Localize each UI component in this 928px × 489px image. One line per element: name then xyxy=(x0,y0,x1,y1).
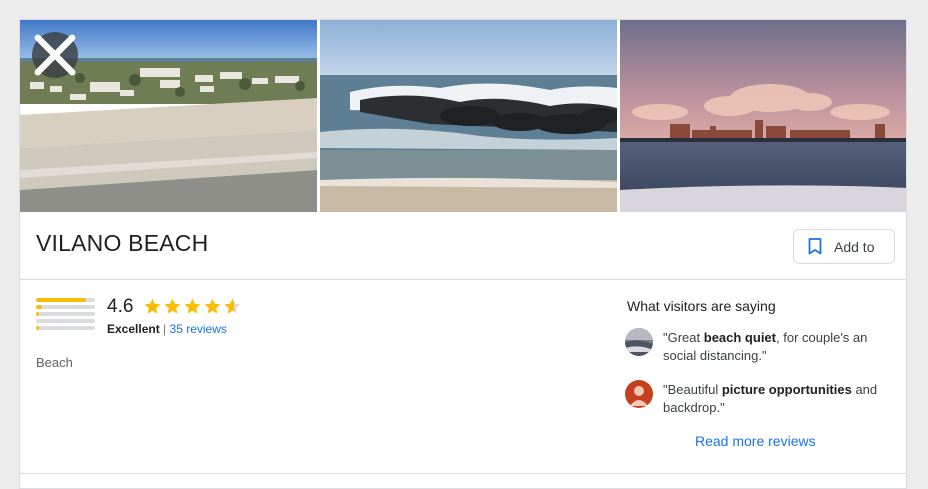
divider xyxy=(20,473,906,474)
place-title: VILANO BEACH xyxy=(36,230,209,256)
photo-aerial-beach[interactable] xyxy=(20,20,317,212)
review-highlight: beach quiet xyxy=(703,330,776,345)
rating-bar-4 xyxy=(36,305,95,309)
add-to-button[interactable]: Add to xyxy=(793,229,895,264)
rating-score: 4.6 xyxy=(107,296,134,317)
rating-distribution xyxy=(36,298,96,333)
photo-sunset-skyline[interactable] xyxy=(620,20,906,212)
avatar xyxy=(625,328,653,356)
rating-bar-5 xyxy=(36,298,95,302)
rating-bar-3 xyxy=(36,312,95,316)
reviews-link[interactable]: 35 reviews xyxy=(170,322,227,336)
review-highlight: picture opportunities xyxy=(721,382,852,397)
rating-stars xyxy=(143,297,243,316)
visitors-title: What visitors are saying xyxy=(627,298,776,314)
photo-gallery xyxy=(20,20,906,212)
rating-label: Excellent xyxy=(107,322,160,336)
place-header: VILANO BEACH Add to xyxy=(20,212,906,280)
avatar xyxy=(625,380,653,408)
rating-bar-2 xyxy=(36,319,95,323)
close-button[interactable] xyxy=(32,32,78,78)
place-card: VILANO BEACH Add to 4.6 Excellent | 35 r… xyxy=(19,19,907,489)
rating-separator: | xyxy=(163,322,167,336)
review-text: "Beautiful picture opportunities and bac… xyxy=(663,381,895,417)
star-icon xyxy=(164,298,181,314)
close-icon xyxy=(34,34,76,76)
place-type: Beach xyxy=(36,355,73,370)
photo-waves-rocks[interactable] xyxy=(320,20,617,212)
add-to-label: Add to xyxy=(834,238,875,255)
star-icon xyxy=(204,298,221,314)
bookmark-icon xyxy=(808,238,822,255)
read-more-reviews-link[interactable]: Read more reviews xyxy=(695,433,816,449)
review-text: "Great beach quiet, for couple's an soci… xyxy=(663,329,895,365)
review-text-start: "Great xyxy=(663,330,704,345)
star-half-icon xyxy=(224,298,241,314)
rating-caption: Excellent | 35 reviews xyxy=(107,322,227,336)
review-text-start: "Beautiful xyxy=(663,382,722,397)
star-icon xyxy=(144,298,161,314)
star-icon xyxy=(184,298,201,314)
rating-bar-1 xyxy=(36,326,95,330)
